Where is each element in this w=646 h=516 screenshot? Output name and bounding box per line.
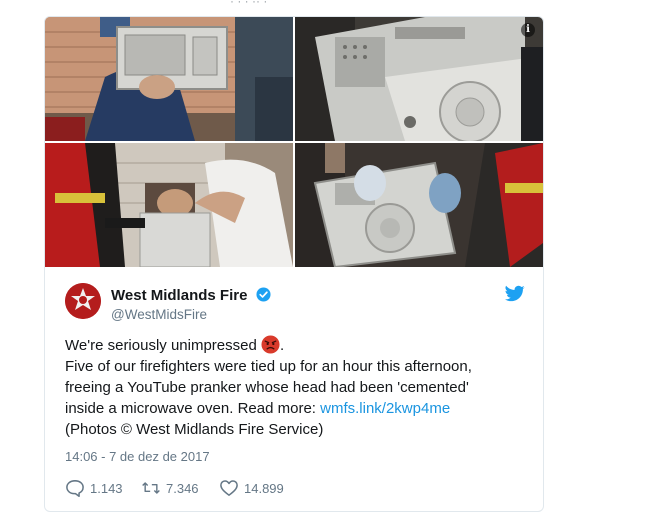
like-count: 14.899	[244, 480, 284, 496]
reply-count: 1.143	[90, 480, 123, 496]
photo-1[interactable]	[45, 17, 293, 141]
reply-icon	[66, 480, 84, 497]
heart-icon	[220, 480, 238, 496]
retweet-icon	[142, 482, 160, 494]
avatar[interactable]	[65, 283, 101, 319]
verified-badge-icon	[256, 287, 271, 302]
retweet-button[interactable]: 7.346	[141, 477, 199, 499]
tweet-line-1-text: We're seriously unimpressed	[65, 337, 257, 354]
article-link[interactable]: wmfs.link/2kwp4me	[320, 400, 450, 417]
photo-2[interactable]: i	[295, 17, 543, 141]
clipped-text-above: · · · ·· ·	[230, 0, 268, 8]
author-handle[interactable]: @WestMidsFire	[111, 307, 207, 322]
tweet-timestamp[interactable]: 14:06 - 7 de dez de 2017	[65, 449, 210, 464]
tweet-line-1: We're seriously unimpressed .	[65, 335, 525, 356]
like-button[interactable]: 14.899	[219, 477, 284, 499]
tweet-text: We're seriously unimpressed . Five of ou…	[65, 335, 525, 440]
tweet-card[interactable]: i West Midlands Fire @WestMidsFire We're…	[44, 16, 544, 512]
author-name-text[interactable]: West Midlands Fire	[111, 287, 247, 304]
tweet-line-1-end: .	[280, 337, 285, 354]
tweet-line-3: freeing a YouTube pranker whose head had…	[65, 379, 469, 396]
tweet-line-2: Five of our firefighters were tied up fo…	[65, 358, 472, 375]
tweet-actions: 1.143 7.346 14.899	[65, 477, 465, 499]
tweet-line-4-text: inside a microwave oven. Read more:	[65, 400, 321, 417]
tweet-line-5: (Photos © West Midlands Fire Service)	[65, 421, 324, 438]
angry-face-icon	[261, 335, 280, 354]
info-icon[interactable]: i	[521, 23, 535, 37]
twitter-bird-icon[interactable]	[505, 285, 525, 303]
tweet-header: West Midlands Fire @WestMidsFire	[65, 283, 525, 327]
author-name[interactable]: West Midlands Fire	[111, 287, 271, 304]
media-grid[interactable]: i	[45, 17, 543, 267]
tweet-line-4: inside a microwave oven. Read more: wmfs…	[65, 398, 525, 419]
photo-3[interactable]	[45, 143, 293, 267]
photo-4[interactable]	[295, 143, 543, 267]
retweet-count: 7.346	[166, 480, 199, 496]
reply-button[interactable]: 1.143	[65, 477, 123, 499]
